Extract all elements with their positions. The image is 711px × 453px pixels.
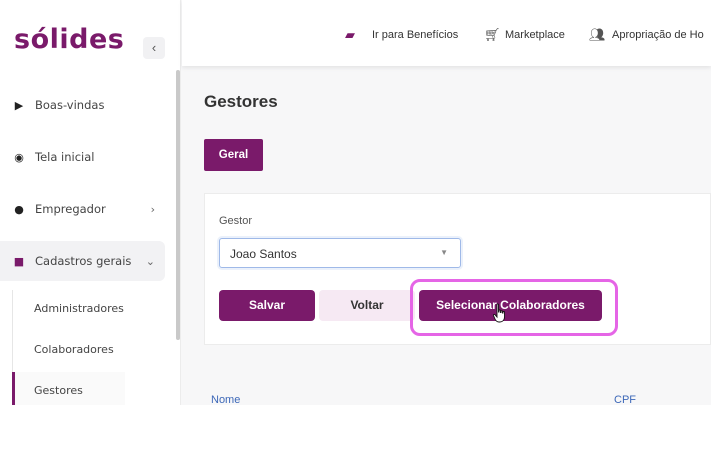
chevron-down-icon: ▼ — [440, 248, 448, 257]
chevron-down-icon: ⌄ — [145, 254, 155, 268]
sidebar-item-label: Cadastros gerais — [35, 254, 132, 268]
sidebar-collapse-button[interactable]: ‹ — [143, 37, 165, 59]
square-icon: ■ — [13, 254, 25, 268]
column-header-cpf[interactable]: CPF — [614, 394, 636, 405]
chevron-right-icon: › — [150, 202, 155, 216]
sidebar-subitem-administradores[interactable]: Administradores — [34, 302, 124, 315]
back-button[interactable]: Voltar — [319, 290, 415, 321]
sidebar-item-empregador[interactable]: ● Empregador › — [0, 189, 165, 229]
marketplace-link[interactable]: Marketplace — [505, 29, 565, 41]
users-icon: 👥︎ — [589, 27, 606, 42]
beneficios-link[interactable]: Ir para Benefícios — [372, 29, 458, 41]
sidebar: sólides ‹ ▶ Boas-vindas ◉ Tela inicial ●… — [0, 0, 181, 405]
user-circle-icon: ● — [14, 202, 24, 216]
cart-icon: 🛒︎ — [484, 27, 501, 42]
sidebar-item-label: Empregador — [35, 202, 106, 216]
sidebar-scrollbar[interactable] — [176, 70, 180, 340]
sidebar-item-boas-vindas[interactable]: ▶ Boas-vindas — [0, 85, 165, 125]
sidebar-item-label: Tela inicial — [35, 150, 95, 164]
tab-geral[interactable]: Geral — [204, 139, 263, 171]
app-logo[interactable]: sólides — [14, 24, 124, 55]
page-title: Gestores — [204, 92, 278, 111]
column-header-nome[interactable]: Nome — [211, 394, 240, 405]
sidebar-subitem-colaboradores[interactable]: Colaboradores — [34, 343, 114, 356]
app-viewport: sólides ‹ ▶ Boas-vindas ◉ Tela inicial ●… — [0, 0, 711, 405]
gestor-select-value: Joao Santos — [230, 247, 297, 261]
top-bar: ▰ Ir para Benefícios 🛒︎ Marketplace 👥︎ A… — [182, 0, 711, 66]
apropriacao-link[interactable]: Apropriação de Ho — [612, 29, 704, 41]
gestor-select[interactable]: Joao Santos ▼ — [219, 238, 461, 268]
wallet-icon: ▰ — [345, 27, 355, 42]
sidebar-item-cadastros-gerais[interactable]: ■ Cadastros gerais ⌄ — [0, 241, 165, 281]
save-button[interactable]: Salvar — [219, 290, 315, 321]
hand-cursor-icon — [493, 303, 505, 323]
highlight-outline — [410, 279, 618, 336]
gestor-label: Gestor — [219, 215, 253, 227]
play-icon: ▶ — [14, 98, 24, 112]
submenu-active-indicator — [12, 372, 15, 405]
sidebar-item-label: Boas-vindas — [35, 98, 105, 112]
submenu-rail — [12, 290, 13, 372]
gauge-icon: ◉ — [14, 150, 24, 164]
chevron-left-icon: ‹ — [151, 40, 157, 55]
sidebar-item-tela-inicial[interactable]: ◉ Tela inicial — [0, 137, 165, 177]
sidebar-subitem-gestores[interactable]: Gestores — [34, 384, 83, 397]
